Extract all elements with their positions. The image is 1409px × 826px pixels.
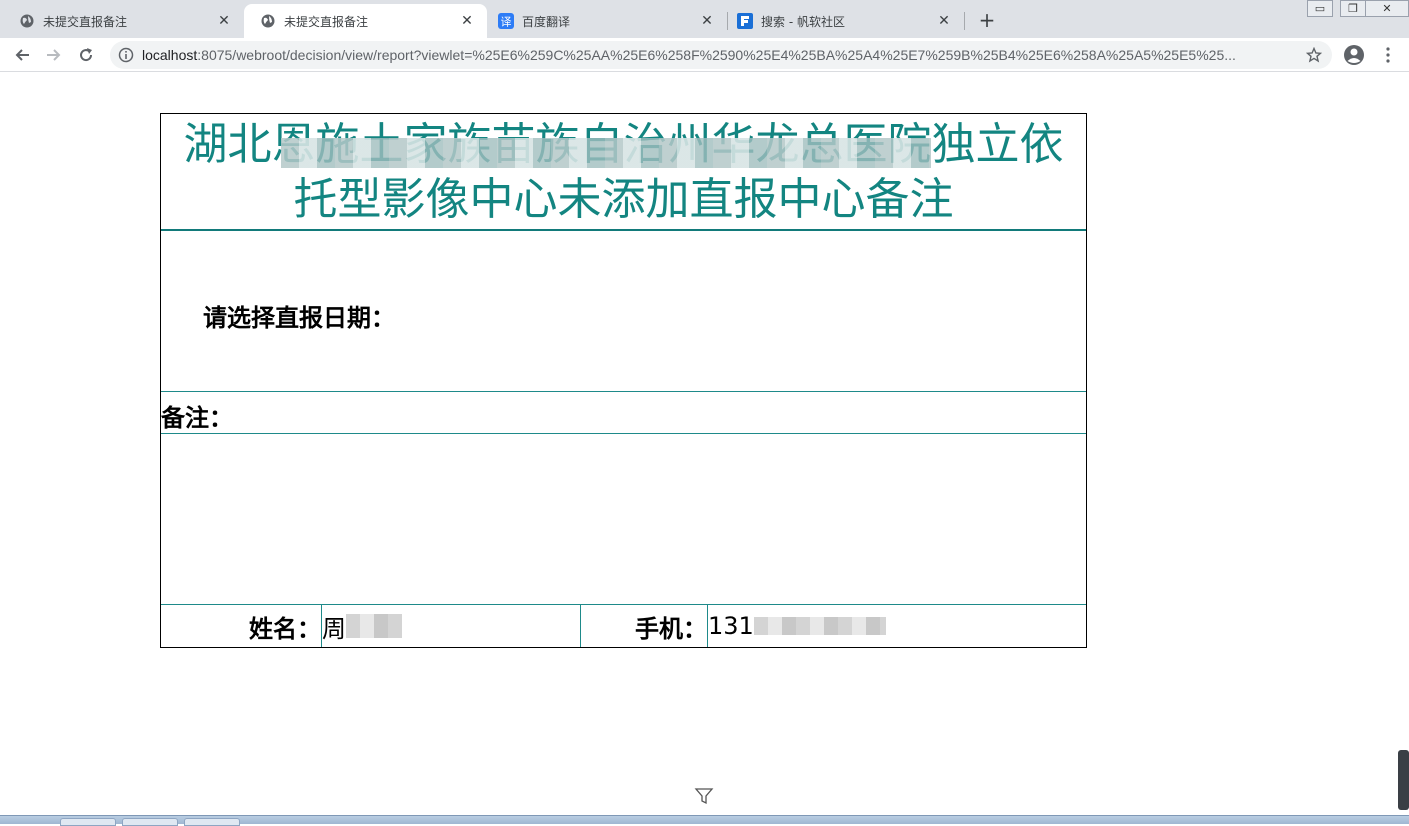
tab-3[interactable]: 译 百度翻译 ✕ [487,4,727,38]
phone-label: 手机： [635,614,707,643]
report-title: 湖北恩施土家族苗族自治州华龙总医院独立依托型影像中心未添加直报中心备注 [183,118,1064,225]
window-controls: ▭ ❐ ✕ [1307,0,1409,18]
forward-arrow-icon[interactable] [41,42,67,68]
reload-icon[interactable] [73,42,99,68]
globe-icon [260,13,276,29]
tab-strip: 未提交直报备注 ✕ 未提交直报备注 ✕ 译 百度翻译 ✕ 搜索 - 帆软社区 ✕… [0,0,1409,38]
note-label: 备注： [161,404,233,432]
address-bar[interactable]: localhost:8075/webroot/decision/view/rep… [110,41,1332,69]
redaction-mask [753,617,886,635]
name-value: 周 [322,614,346,643]
info-icon[interactable] [118,47,134,63]
name-label: 姓名： [249,614,321,643]
new-tab-plus-icon[interactable]: + [976,8,998,32]
contact-row: 姓名： 周 手机： 131 [161,605,1086,647]
tab-1[interactable]: 未提交直报备注 ✕ [0,4,244,38]
taskbar-button[interactable] [184,818,240,826]
tab-1-close-icon[interactable]: ✕ [216,13,232,29]
redaction-mask [346,614,402,638]
tab-2-close-icon[interactable]: ✕ [459,13,475,29]
tab-4-title: 搜索 - 帆软社区 [761,14,845,29]
date-select-label: 请选择直报日期： [203,304,395,332]
tab-1-title: 未提交直报备注 [43,14,128,29]
tab-3-close-icon[interactable]: ✕ [699,13,715,29]
url-text: localhost:8075/webroot/decision/view/rep… [142,47,1304,63]
kebab-menu-icon[interactable] [1378,44,1398,66]
window-close-icon[interactable]: ✕ [1365,0,1409,17]
bookmark-star-icon[interactable] [1304,45,1324,65]
tab-4[interactable]: 搜索 - 帆软社区 ✕ [728,4,964,38]
redaction-mask [281,138,931,168]
baidu-translate-icon: 译 [498,13,514,29]
tab-4-close-icon[interactable]: ✕ [936,13,952,29]
side-widget[interactable] [1398,750,1409,810]
globe-icon [19,13,35,29]
tab-3-title: 百度翻译 [522,14,571,29]
profile-avatar-icon[interactable] [1343,44,1365,66]
note-label-row: 备注： [161,392,1086,434]
filter-funnel-icon[interactable] [694,786,714,806]
os-taskbar [0,815,1409,826]
phone-value: 131 [708,612,754,640]
taskbar-button[interactable] [60,818,116,826]
report-form: 湖北恩施土家族苗族自治州华龙总医院独立依托型影像中心未添加直报中心备注 请选择直… [160,113,1087,648]
tab-2[interactable]: 未提交直报备注 ✕ [244,4,487,38]
phone-value-cell: 131 [708,605,1086,647]
fanruan-icon [737,13,753,29]
report-title-cell: 湖北恩施土家族苗族自治州华龙总医院独立依托型影像中心未添加直报中心备注 [161,114,1086,231]
restore-icon[interactable]: ❐ [1340,0,1366,17]
url-path: :8075/webroot/decision/view/report?viewl… [197,47,1236,63]
url-host: localhost [142,47,198,63]
browser-toolbar: localhost:8075/webroot/decision/view/rep… [0,38,1409,72]
minimize-icon[interactable]: ▭ [1307,0,1333,17]
tab-2-title: 未提交直报备注 [284,14,369,29]
tab-separator [964,12,965,30]
back-arrow-icon[interactable] [9,42,35,68]
name-value-cell: 周 [322,605,580,647]
note-input-area[interactable] [161,435,1086,605]
date-select-cell[interactable]: 请选择直报日期： [161,232,1086,392]
svg-text:译: 译 [501,16,512,29]
taskbar-button[interactable] [122,818,178,826]
